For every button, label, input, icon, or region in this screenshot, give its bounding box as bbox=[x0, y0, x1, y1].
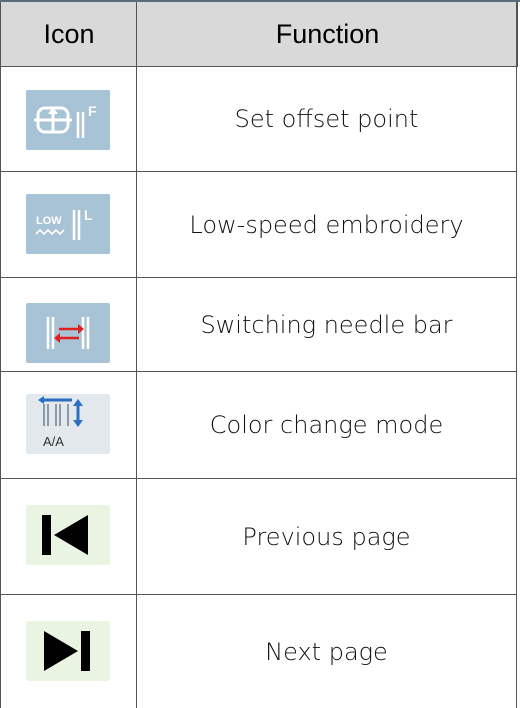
previous-page-icon bbox=[26, 505, 110, 565]
function-label: Set offset point bbox=[234, 105, 419, 133]
next-page-icon bbox=[26, 621, 110, 681]
table-row: F Set offset point bbox=[0, 67, 517, 172]
function-label: Color change mode bbox=[209, 411, 444, 439]
header-function: Function bbox=[275, 18, 380, 49]
table-row: A/A Color change mode bbox=[0, 372, 517, 479]
low-speed-embroidery-icon: LOW L bbox=[26, 194, 110, 254]
table-row: Previous page bbox=[0, 479, 517, 595]
color-change-mode-icon: A/A bbox=[26, 394, 110, 454]
svg-text:LOW: LOW bbox=[36, 215, 62, 227]
table-row: LOW L Low-speed embroidery bbox=[0, 172, 517, 278]
table-row: Switching needle bar bbox=[0, 278, 517, 372]
svg-text:F: F bbox=[88, 103, 97, 119]
header-icon: Icon bbox=[43, 18, 95, 49]
table-row: Next page bbox=[0, 595, 517, 708]
function-label: Next page bbox=[265, 637, 388, 666]
function-label: Switching needle bar bbox=[200, 310, 453, 339]
set-offset-point-icon: F bbox=[26, 90, 110, 150]
function-label: Low-speed embroidery bbox=[189, 210, 464, 239]
table-header: Icon Function bbox=[0, 2, 518, 67]
function-label: Previous page bbox=[242, 522, 411, 551]
switching-needle-bar-icon bbox=[26, 303, 110, 363]
svg-text:A/A: A/A bbox=[43, 434, 64, 449]
svg-text:L: L bbox=[84, 207, 93, 223]
